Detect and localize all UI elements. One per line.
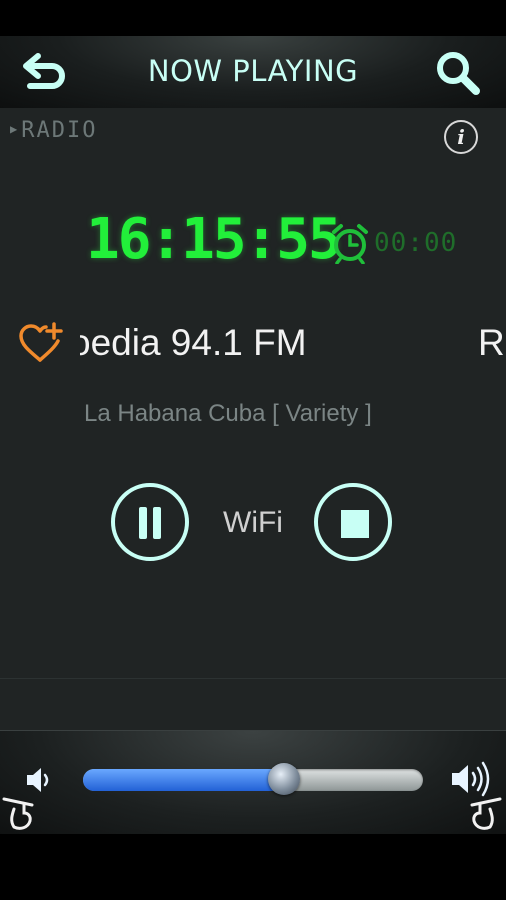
volume-low-icon[interactable] — [24, 765, 54, 795]
station-subtitle: La Habana Cuba [ Variety ] — [84, 400, 372, 427]
pause-button[interactable] — [111, 483, 189, 561]
hand-tap-icon — [470, 797, 502, 830]
stop-button[interactable] — [314, 483, 392, 561]
hand-tap-icon — [2, 797, 34, 830]
clock-display: 16:15:55 — [86, 207, 342, 272]
navigation-bar — [0, 834, 506, 900]
search-icon[interactable] — [434, 50, 484, 96]
page-title: NOW PLAYING — [147, 54, 359, 88]
alarm-time: 00:00 — [374, 228, 458, 258]
radio-label-text: RADIO — [21, 118, 98, 143]
volume-slider-thumb[interactable] — [267, 763, 300, 795]
stop-icon — [341, 510, 369, 538]
now-playing-panel: ▶RADIO i 16:15:55 00:00 oedia 94.1 FM R … — [0, 108, 506, 730]
divider — [0, 678, 506, 679]
volume-slider-fill — [83, 769, 284, 791]
header: NOW PLAYING — [0, 36, 506, 109]
heart-plus-icon[interactable] — [18, 322, 64, 364]
station-marquee: oedia 94.1 FM R — [80, 318, 506, 374]
connection-type: WiFi — [223, 506, 283, 539]
radio-label: ▶RADIO — [10, 118, 97, 143]
triangle-icon: ▶ — [10, 122, 20, 136]
station-name-next: R — [478, 322, 505, 363]
station-name: oedia 94.1 FM — [80, 322, 307, 363]
pause-icon — [139, 507, 147, 539]
volume-slider[interactable] — [83, 763, 423, 795]
status-bar — [0, 0, 506, 36]
info-button[interactable]: i — [444, 120, 478, 154]
alarm-clock-icon[interactable] — [330, 222, 370, 264]
volume-bar — [0, 730, 506, 835]
pause-icon-bar — [153, 507, 161, 539]
